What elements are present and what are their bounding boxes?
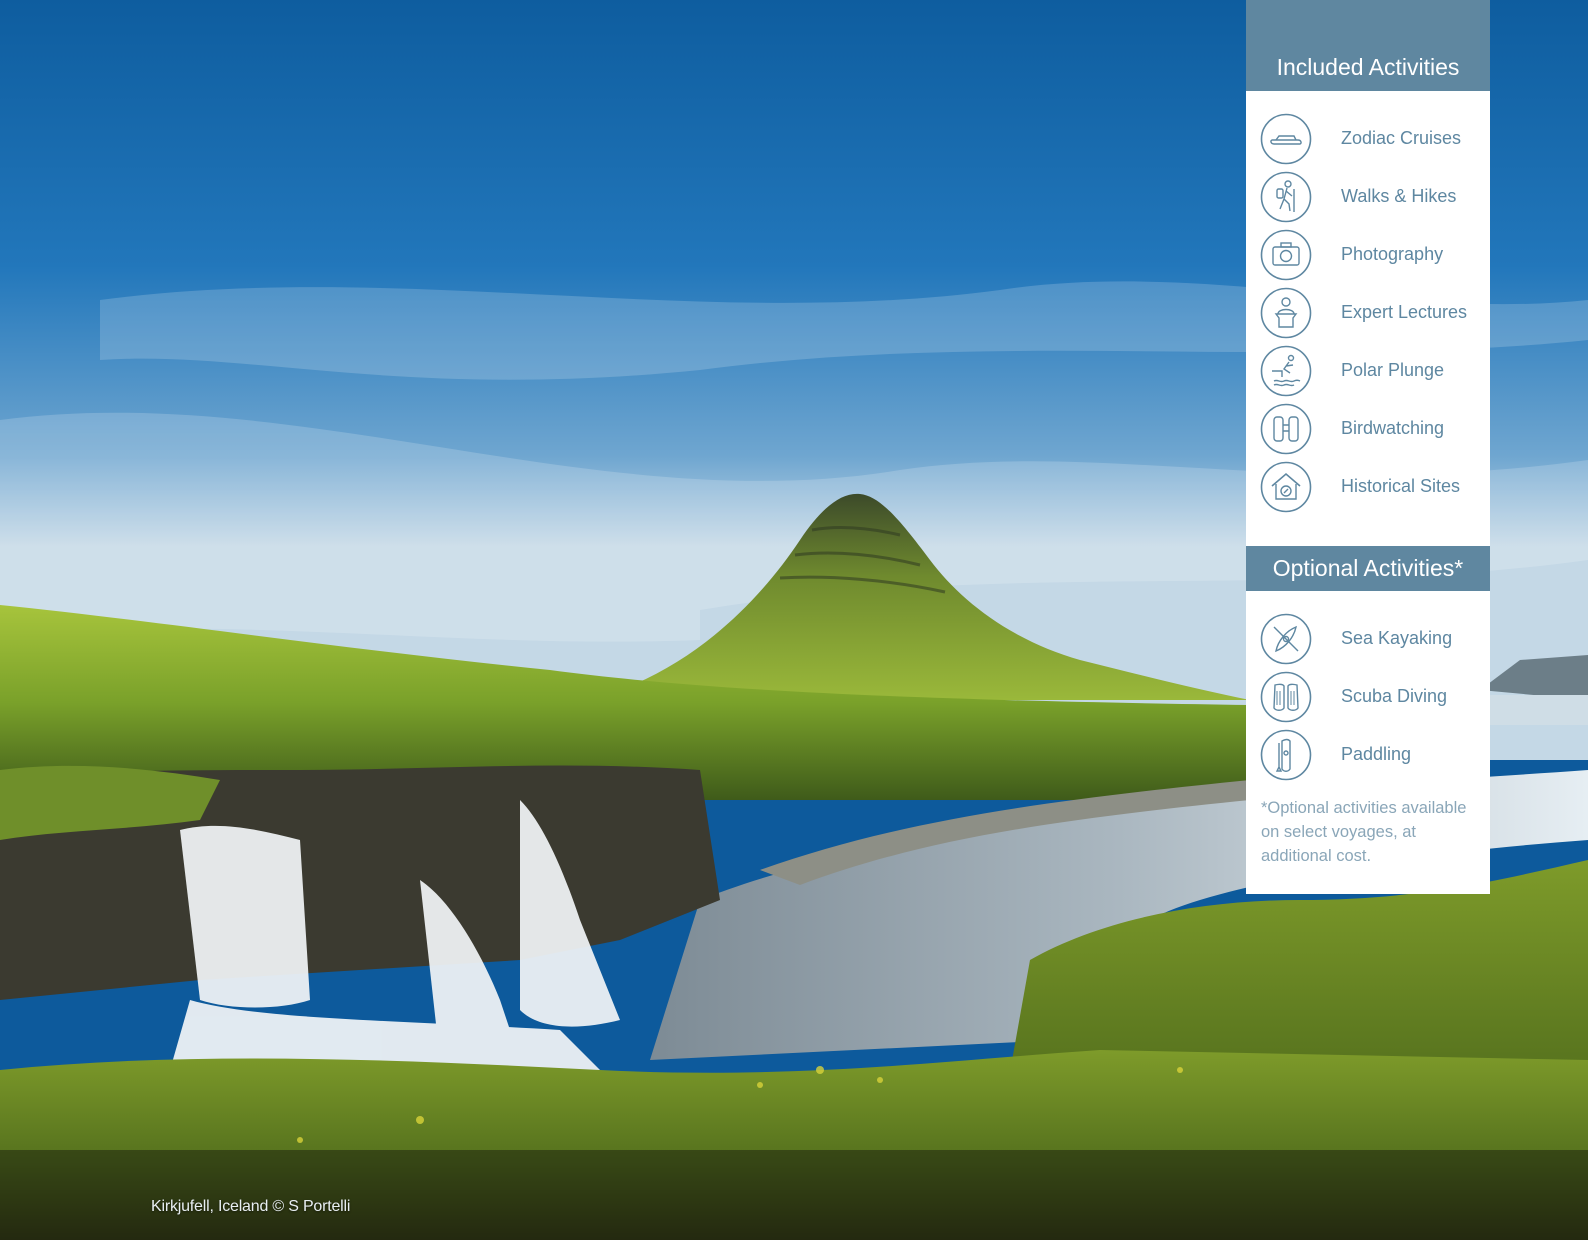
activity-expert-lectures: Expert Lectures	[1260, 287, 1486, 339]
kayak-icon	[1260, 613, 1312, 665]
activities-panel: Included Activities Zodiac Cruises Walks…	[1246, 0, 1490, 894]
activity-label: Walks & Hikes	[1341, 186, 1457, 206]
activity-zodiac-cruises: Zodiac Cruises	[1260, 113, 1486, 165]
scuba-fins-icon	[1260, 671, 1312, 723]
activity-label: Scuba Diving	[1341, 686, 1448, 706]
activity-label: Expert Lectures	[1341, 302, 1468, 322]
camera-icon	[1260, 229, 1312, 281]
activity-sea-kayaking: Sea Kayaking	[1260, 613, 1486, 665]
optional-activities-header: Optional Activities*	[1246, 546, 1490, 591]
activity-label: Zodiac Cruises	[1341, 128, 1462, 148]
historical-house-icon	[1260, 461, 1312, 513]
paddleboard-icon	[1260, 729, 1312, 781]
hiker-icon	[1260, 171, 1312, 223]
activity-paddling: Paddling	[1260, 729, 1486, 781]
activity-label: Historical Sites	[1341, 476, 1461, 496]
binoculars-icon	[1260, 403, 1312, 455]
activity-scuba-diving: Scuba Diving	[1260, 671, 1486, 723]
activity-label: Paddling	[1341, 744, 1412, 764]
activity-birdwatching: Birdwatching	[1260, 403, 1486, 455]
activity-label: Birdwatching	[1341, 418, 1445, 438]
optional-activities-title: Optional Activities*	[1272, 555, 1464, 581]
included-activities-header: Included Activities	[1246, 0, 1490, 91]
activity-historical-sites: Historical Sites	[1260, 461, 1486, 513]
photo-caption: Kirkjufell, Iceland © S Portelli	[151, 1198, 351, 1215]
activity-label: Polar Plunge	[1341, 360, 1445, 380]
zodiac-boat-icon	[1260, 113, 1312, 165]
included-activities-title: Included Activities	[1276, 54, 1460, 80]
lecturer-icon	[1260, 287, 1312, 339]
activity-walks-hikes: Walks & Hikes	[1260, 171, 1486, 223]
activity-label: Sea Kayaking	[1341, 628, 1453, 648]
activity-label: Photography	[1341, 244, 1444, 264]
activity-polar-plunge: Polar Plunge	[1260, 345, 1486, 397]
polar-plunge-icon	[1260, 345, 1312, 397]
activity-photography: Photography	[1260, 229, 1486, 281]
optional-activities-footnote: *Optional activities available on select…	[1261, 799, 1467, 865]
